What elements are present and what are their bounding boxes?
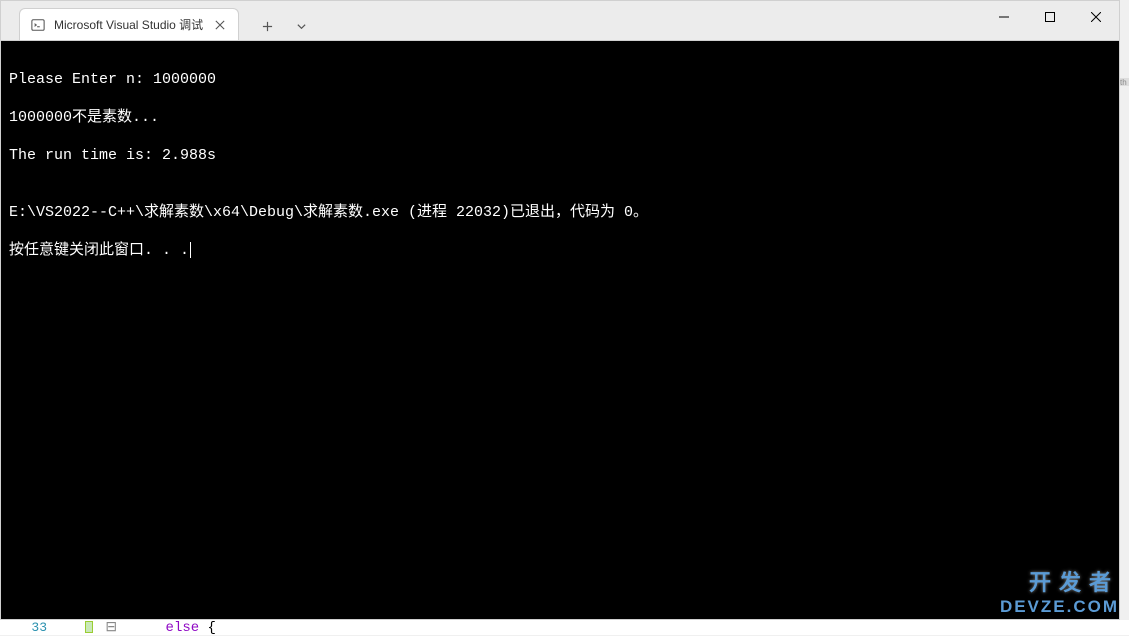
- code-fragment: ⊟ else {: [85, 619, 216, 636]
- breakpoint-marker: [85, 621, 93, 633]
- line-number: 33: [0, 620, 85, 635]
- window-controls: [981, 1, 1119, 41]
- minimize-button[interactable]: [981, 1, 1027, 33]
- tab-title: Microsoft Visual Studio 调试: [54, 16, 204, 33]
- sliver-text: th: [1120, 78, 1127, 86]
- titlebar: Microsoft Visual Studio 调试: [1, 1, 1119, 41]
- new-tab-button[interactable]: [253, 12, 281, 40]
- background-editor-line: 33 ⊟ else {: [0, 620, 1129, 635]
- console-line: 1000000不是素数...: [9, 108, 1111, 127]
- console-line: Please Enter n: 1000000: [9, 70, 1111, 89]
- console-line: E:\VS2022--C++\求解素数\x64\Debug\求解素数.exe (…: [9, 203, 1111, 222]
- console-output[interactable]: Please Enter n: 1000000 1000000不是素数... T…: [1, 41, 1119, 619]
- console-window: Microsoft Visual Studio 调试: [0, 0, 1120, 620]
- tab-strip: Microsoft Visual Studio 调试: [1, 1, 315, 40]
- tab-actions: [239, 12, 315, 40]
- tab-active[interactable]: Microsoft Visual Studio 调试: [19, 8, 239, 40]
- text-cursor: [190, 242, 191, 258]
- else-keyword: else: [166, 620, 200, 636]
- fold-indicator: ⊟: [105, 620, 117, 636]
- console-line: 按任意键关闭此窗口. . .: [9, 242, 189, 259]
- code-brace: {: [199, 620, 216, 636]
- tabs-dropdown-button[interactable]: [287, 12, 315, 40]
- terminal-icon: [30, 17, 46, 33]
- right-background-sliver: th: [1120, 78, 1129, 86]
- console-line: The run time is: 2.988s: [9, 146, 1111, 165]
- close-window-button[interactable]: [1073, 1, 1119, 33]
- maximize-button[interactable]: [1027, 1, 1073, 33]
- close-tab-button[interactable]: [212, 17, 228, 33]
